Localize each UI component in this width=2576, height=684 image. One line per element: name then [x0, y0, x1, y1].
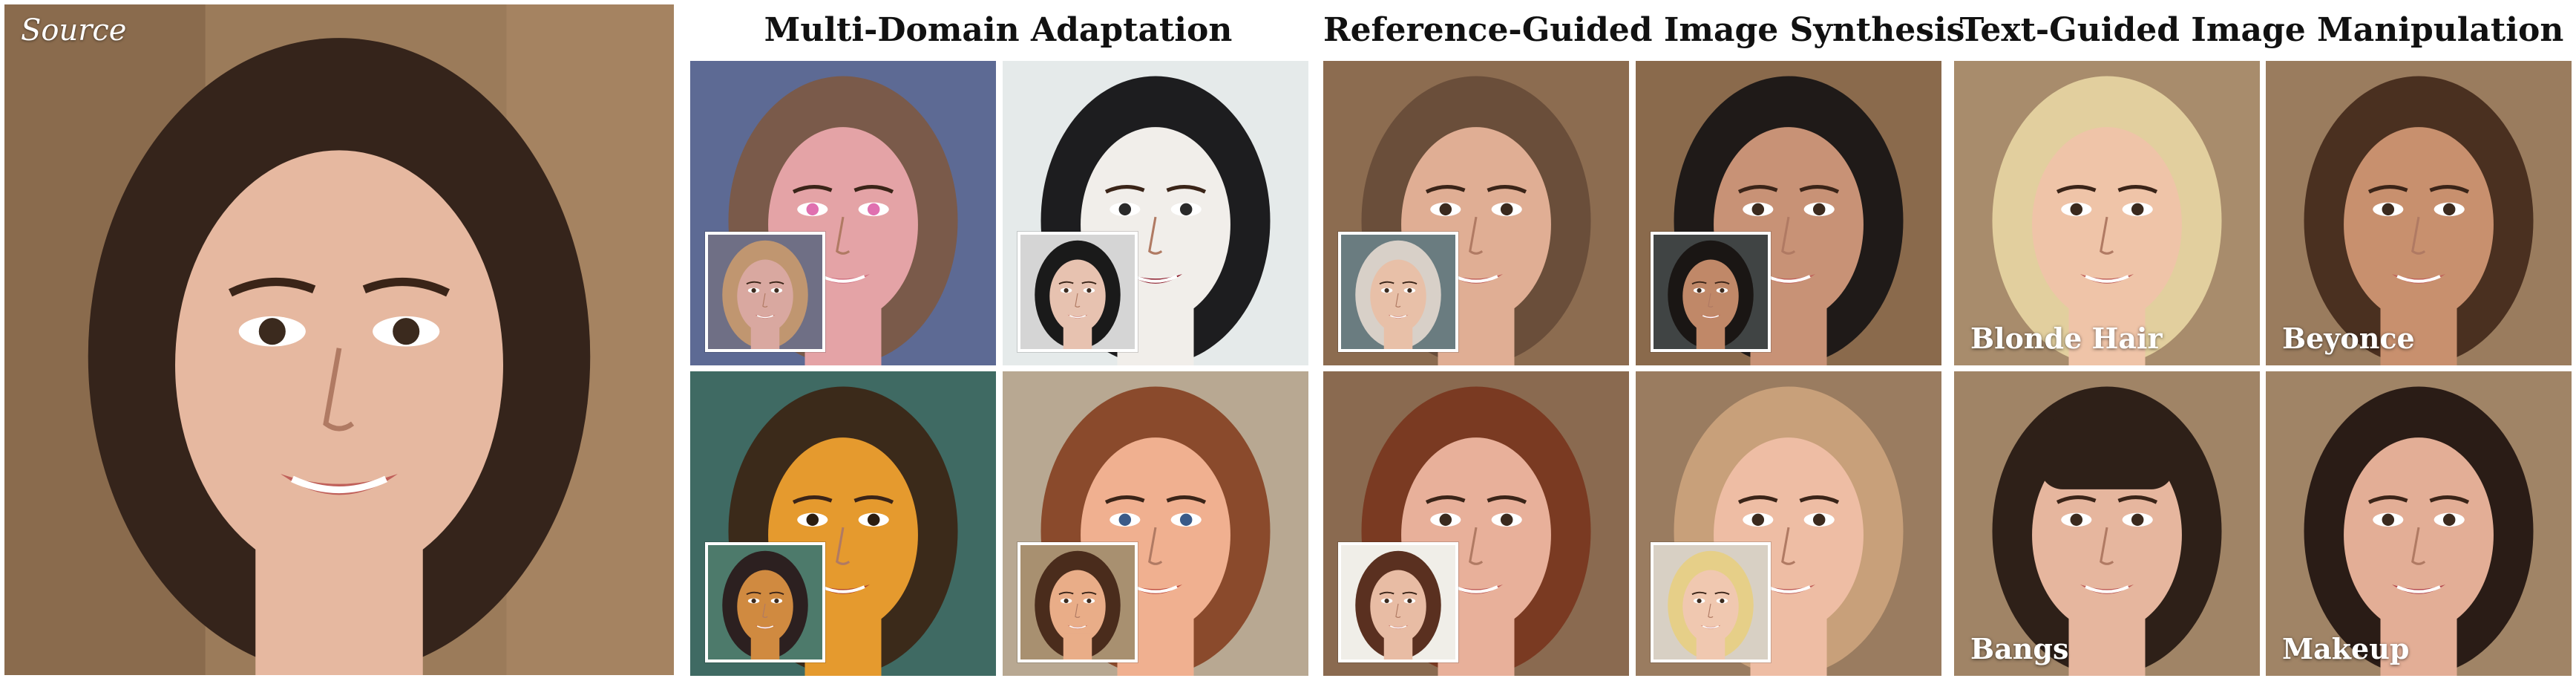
multi-domain-reference-4 [1017, 542, 1138, 662]
caption-makeup: Makeup [2282, 632, 2410, 665]
multi-domain-image-3 [690, 371, 996, 676]
reference-guided-image-1 [1323, 61, 1629, 365]
text-guided-image-1: Blonde Hair [1954, 61, 2260, 365]
multi-domain-image-4 [1003, 371, 1308, 676]
reference-guided-image-4 [1636, 371, 1941, 676]
multi-domain-reference-3 [705, 542, 825, 662]
section-title-reference-guided: Reference-Guided Image Synthesis [1323, 11, 1965, 49]
reference-guided-reference-1 [1338, 232, 1458, 352]
text-guided-image-4: Makeup [2266, 371, 2572, 676]
caption-beyonce: Beyonce [2282, 322, 2415, 355]
section-title-multi-domain: Multi-Domain Adaptation [764, 11, 1233, 49]
text-guided-image-3: Bangs [1954, 371, 2260, 676]
reference-guided-image-2 [1636, 61, 1941, 365]
reference-guided-image-3 [1323, 371, 1629, 676]
caption-bangs: Bangs [1970, 632, 2069, 665]
reference-guided-reference-4 [1651, 542, 1771, 662]
reference-guided-reference-3 [1338, 542, 1458, 662]
text-guided-image-2: Beyonce [2266, 61, 2572, 365]
source-image: Source [4, 4, 674, 675]
multi-domain-reference-2 [1017, 232, 1138, 352]
source-label: Source [21, 13, 127, 48]
multi-domain-reference-1 [705, 232, 825, 352]
multi-domain-image-2 [1003, 61, 1308, 365]
caption-blonde-hair: Blonde Hair [1970, 322, 2163, 355]
reference-guided-reference-2 [1651, 232, 1771, 352]
section-title-text-guided: Text-Guided Image Manipulation [1959, 11, 2564, 49]
multi-domain-image-1 [690, 61, 996, 365]
